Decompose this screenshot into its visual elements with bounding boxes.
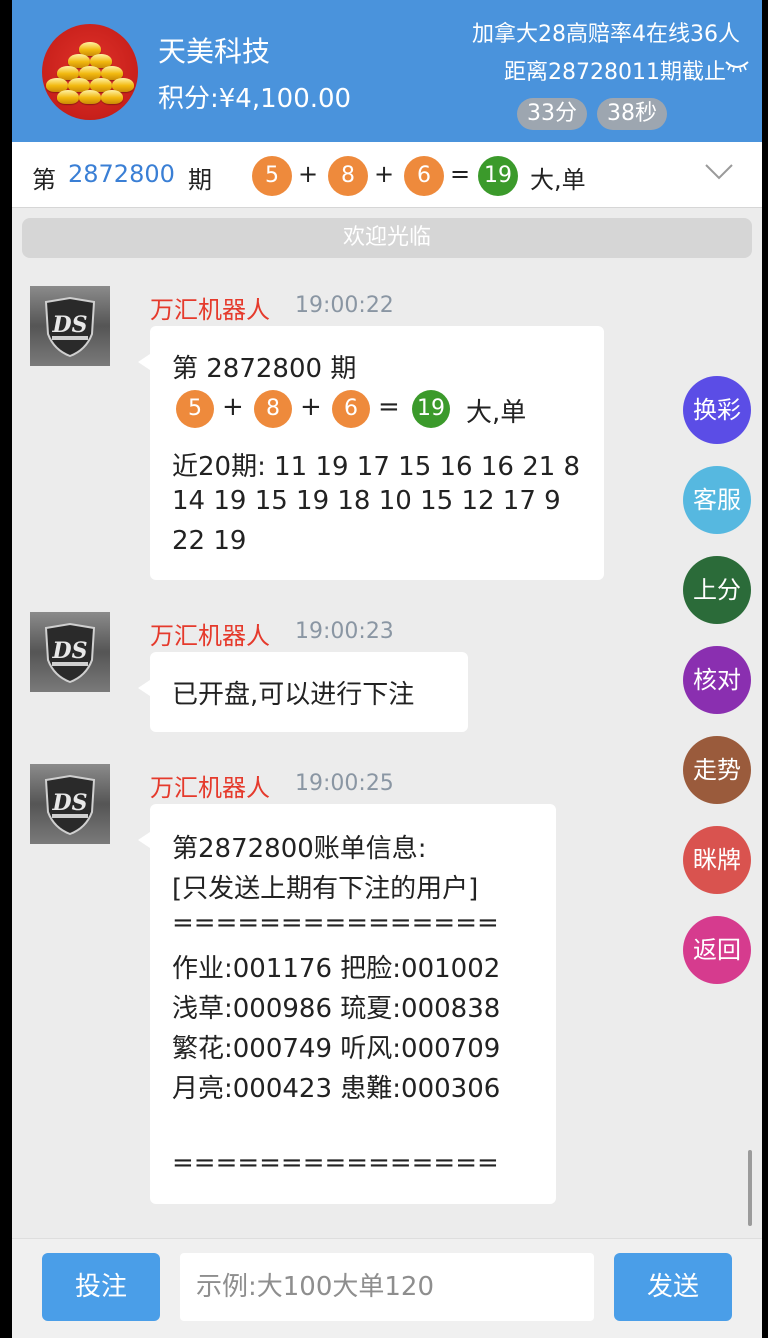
peek-card-button[interactable]: 眯牌 bbox=[683, 826, 751, 894]
switch-lottery-button[interactable]: 换彩 bbox=[683, 376, 751, 444]
shop-name: 天美科技 bbox=[158, 35, 271, 68]
plus-sign: + bbox=[298, 160, 319, 188]
points-balance: 积分:¥4,100.00 bbox=[158, 84, 352, 114]
message-sender: 万汇机器人 bbox=[150, 622, 270, 650]
draw-ball-3: 6 bbox=[404, 156, 444, 196]
timer-seconds: 38秒 bbox=[597, 98, 667, 130]
draw-ball-1: 5 bbox=[252, 156, 292, 196]
draw-result-text: 大,单 bbox=[530, 166, 586, 194]
avatar: DS bbox=[30, 286, 110, 366]
room-info: 加拿大28高赔率4在线36人 bbox=[472, 22, 740, 47]
bill-line: =============== bbox=[172, 908, 499, 938]
bill-line: [只发送上期有下注的用户] bbox=[172, 874, 479, 904]
result-ball-1: 5 bbox=[176, 390, 214, 428]
issue-number: 2872800 bbox=[68, 160, 175, 188]
footer-bar: 投注 发送 bbox=[12, 1238, 762, 1338]
verify-button[interactable]: 核对 bbox=[683, 646, 751, 714]
message-bubble: 第 2872800 期 5 + 8 + 6 = 19 大,单 近20期: 11 … bbox=[138, 326, 604, 580]
back-button[interactable]: 返回 bbox=[683, 916, 751, 984]
bet-button[interactable]: 投注 bbox=[42, 1253, 160, 1321]
issue-suffix: 期 bbox=[188, 166, 212, 194]
bet-input[interactable] bbox=[180, 1253, 594, 1321]
ds-shield-avatar-icon: DS bbox=[44, 774, 96, 836]
timer-minutes: 33分 bbox=[517, 98, 587, 130]
history-line: 近20期: 11 19 17 15 16 16 21 8 bbox=[172, 452, 581, 482]
history-line: 22 19 bbox=[172, 526, 247, 556]
bill-line: 月亮:000423 患難:000306 bbox=[172, 1074, 501, 1104]
message-time: 19:00:23 bbox=[295, 619, 394, 644]
message-sender: 万汇机器人 bbox=[150, 774, 270, 802]
svg-text:DS: DS bbox=[52, 790, 88, 816]
bill-line: 繁花:000749 听风:000709 bbox=[172, 1034, 501, 1064]
draw-result-bar[interactable]: 第 2872800 期 5 + 8 + 6 = 19 大,单 bbox=[12, 142, 762, 208]
result-sum-ball: 19 bbox=[412, 390, 450, 428]
message-text: 已开盘,可以进行下注 bbox=[172, 680, 415, 710]
trend-button[interactable]: 走势 bbox=[683, 736, 751, 804]
svg-text:DS: DS bbox=[52, 312, 88, 338]
customer-service-button[interactable]: 客服 bbox=[683, 466, 751, 534]
message-bubble: 第2872800账单信息: [只发送上期有下注的用户] ============… bbox=[138, 804, 556, 1204]
avatar: DS bbox=[30, 612, 110, 692]
app-frame: 天美科技 积分:¥4,100.00 加拿大28高赔率4在线36人 距离28728… bbox=[12, 0, 762, 1338]
bill-line: 作业:001176 把脸:001002 bbox=[172, 954, 501, 984]
top-up-button[interactable]: 上分 bbox=[683, 556, 751, 624]
send-button[interactable]: 发送 bbox=[614, 1253, 732, 1321]
result-text: 大,单 bbox=[466, 398, 527, 428]
welcome-banner: 欢迎光临 bbox=[22, 218, 752, 258]
chat-scrollbar[interactable] bbox=[748, 1150, 752, 1226]
svg-text:DS: DS bbox=[52, 638, 88, 664]
plus-sign: + bbox=[374, 160, 395, 188]
message-title: 第 2872800 期 bbox=[172, 354, 357, 384]
avatar: DS bbox=[30, 764, 110, 844]
gold-ingot-logo-icon bbox=[42, 24, 138, 120]
result-ball-2: 8 bbox=[254, 390, 292, 428]
message-sender: 万汇机器人 bbox=[150, 296, 270, 324]
ds-shield-avatar-icon: DS bbox=[44, 296, 96, 358]
draw-ball-2: 8 bbox=[328, 156, 368, 196]
bill-line: =============== bbox=[172, 1148, 499, 1178]
history-line: 14 19 15 19 18 10 15 12 17 9 bbox=[172, 486, 561, 516]
deadline-text: 距离28728011期截止 bbox=[504, 60, 726, 85]
bill-line: 浅草:000986 琉夏:000838 bbox=[172, 994, 501, 1024]
message-time: 19:00:25 bbox=[295, 771, 394, 796]
ds-shield-avatar-icon: DS bbox=[44, 622, 96, 684]
draw-sum-ball: 19 bbox=[478, 156, 518, 196]
chevron-down-icon[interactable] bbox=[704, 162, 734, 182]
message-time: 19:00:22 bbox=[295, 293, 394, 318]
bill-line: 第2872800账单信息: bbox=[172, 834, 427, 864]
equals-sign: = bbox=[450, 160, 471, 188]
result-ball-3: 6 bbox=[332, 390, 370, 428]
issue-prefix: 第 bbox=[32, 166, 56, 194]
eye-closed-icon bbox=[725, 61, 749, 73]
header: 天美科技 积分:¥4,100.00 加拿大28高赔率4在线36人 距离28728… bbox=[12, 0, 762, 142]
message-bubble: 已开盘,可以进行下注 bbox=[138, 652, 468, 732]
